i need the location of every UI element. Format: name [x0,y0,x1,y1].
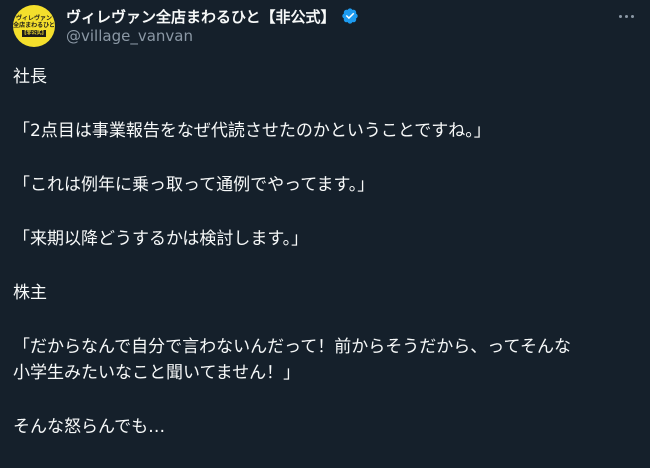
avatar[interactable]: ヴィレヴァン 全店まわるひと [非公式] [13,5,55,47]
avatar-text-line-2: 全店まわるひと [13,22,55,29]
verified-badge-icon [341,7,359,25]
tweet-line: そんな怒らんでも… [13,417,166,437]
tweet-line: 「だからなんで自分で言わないんだって！前からそうだから、ってそんな [13,337,571,357]
more-options-icon[interactable] [614,6,638,26]
display-name[interactable]: ヴィレヴァン全店まわるひと【非公式】 [66,6,336,27]
tweet-line: 社長 [13,67,47,87]
tweet-line: 「来期以降どうするかは検討します。」 [13,229,309,249]
tweet-paragraph: 「だからなんで自分で言わないんだって！前からそうだから、ってそんな 小学生みたい… [13,334,638,386]
name-row: ヴィレヴァン全店まわるひと【非公式】 [66,5,359,27]
tweet-line: 小学生みたいなこと聞いてません！」 [13,363,301,383]
avatar-text-line-1: ヴィレヴァン [15,15,52,22]
tweet-header: ヴィレヴァン 全店まわるひと [非公式] ヴィレヴァン全店まわるひと【非公式】 … [0,0,650,60]
tweet-text: 社長 「2点目は事業報告をなぜ代読させたのかということですね。」 「これは例年に… [13,64,638,468]
tweet-line: 「2点目は事業報告をなぜ代読させたのかということですね。」 [13,121,491,141]
tweet-line: 株主 [13,283,47,303]
tweet-line: 「これは例年に乗っ取って通例でやってます。」 [13,175,375,195]
handle[interactable]: @village_vanvan [66,27,193,45]
avatar-text-line-3: [非公式] [22,30,46,37]
